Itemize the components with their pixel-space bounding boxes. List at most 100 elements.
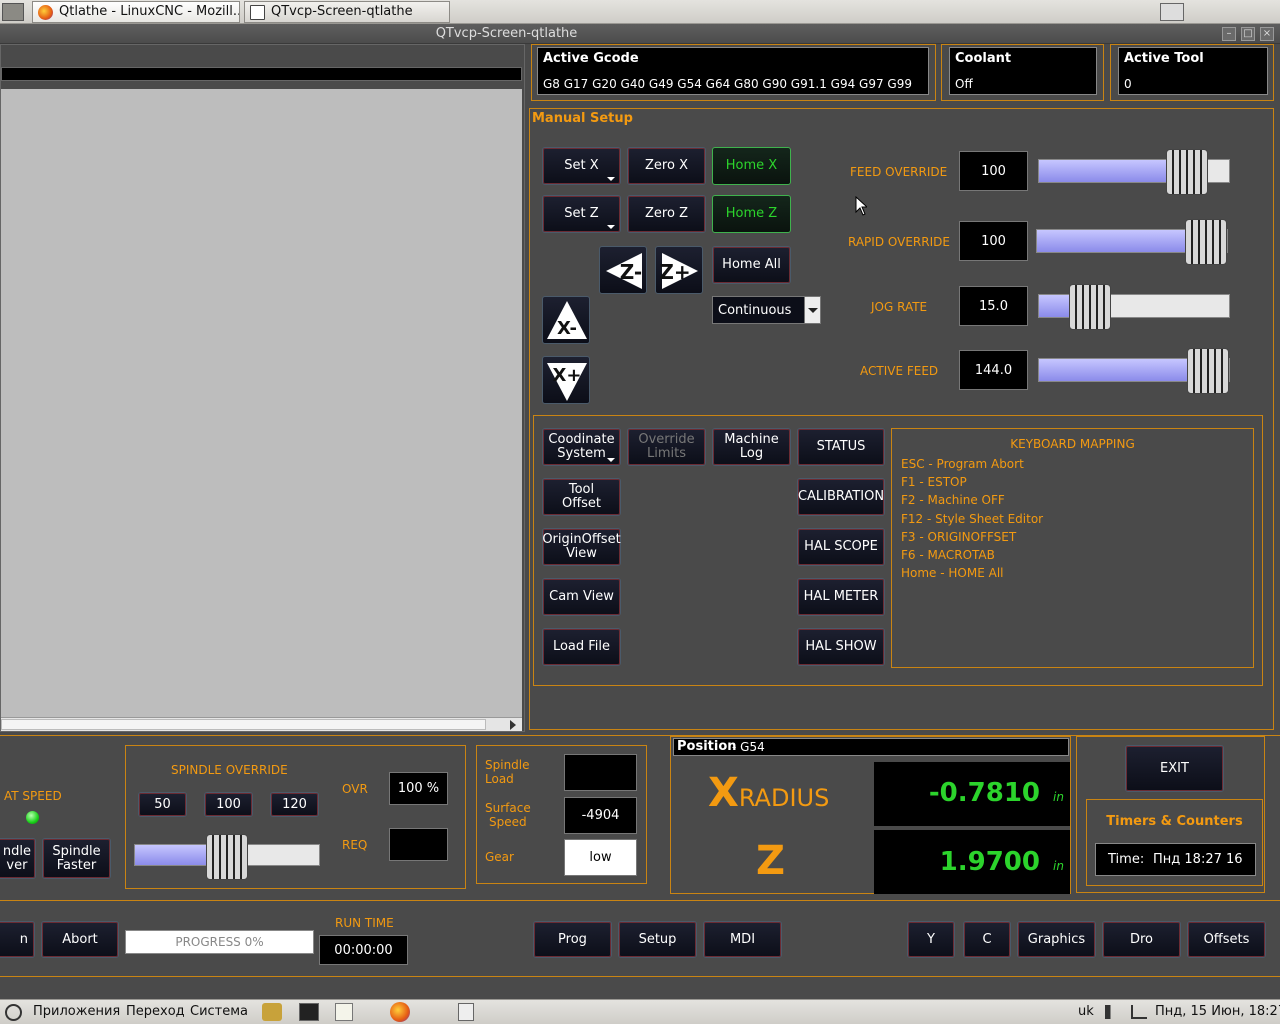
- slider-handle[interactable]: [1187, 348, 1229, 394]
- x-minus-icon: X-: [557, 318, 577, 339]
- hal-meter-button[interactable]: HAL METER: [797, 578, 885, 616]
- jog-z-minus-button[interactable]: Z-: [599, 246, 647, 294]
- hal-show-button[interactable]: HAL SHOW: [797, 628, 885, 666]
- exit-button[interactable]: EXIT: [1125, 745, 1224, 792]
- machine-log-label: Machine Log: [724, 432, 779, 461]
- override-limits-button[interactable]: Override Limits: [627, 428, 706, 466]
- spindle-load-value: [564, 754, 637, 791]
- tab-label: MDI: [729, 931, 756, 947]
- window-title: QTvcp-Screen-qtlathe: [435, 26, 578, 41]
- jog-rate-slider[interactable]: [1038, 284, 1230, 330]
- slider-handle[interactable]: [1185, 219, 1227, 265]
- coordinate-system-button[interactable]: Coodinate System: [542, 428, 621, 466]
- keyboard-mapping-item: F6 - MACROTAB: [901, 548, 995, 563]
- machine-log-button[interactable]: Machine Log: [712, 428, 791, 466]
- x-axis-letter: X: [708, 770, 739, 816]
- apps-menu-icon[interactable]: [5, 1004, 22, 1021]
- tab-c[interactable]: C: [963, 921, 1011, 958]
- show-desktop-icon[interactable]: [1160, 3, 1184, 21]
- spindle-override-slider[interactable]: [134, 834, 320, 880]
- rapid-override-slider[interactable]: [1036, 219, 1228, 265]
- minimize-button[interactable]: –: [1222, 27, 1236, 41]
- spindle-preset-120-button[interactable]: 120: [270, 792, 319, 817]
- graphics-panel: [0, 44, 525, 732]
- system-menu[interactable]: Система: [190, 1004, 248, 1019]
- tab-dro[interactable]: Dro: [1102, 921, 1181, 958]
- z-dro-value: 1.9700: [939, 847, 1040, 877]
- z-dro-box: 1.9700 in: [874, 830, 1070, 894]
- slider-handle[interactable]: [206, 834, 248, 880]
- spindle-preset-100-button[interactable]: 100: [204, 792, 253, 817]
- menu-icon[interactable]: [2, 3, 24, 21]
- feed-override-value: 100: [959, 151, 1028, 191]
- origin-offset-view-button[interactable]: OriginOffset View: [542, 528, 621, 566]
- home-x-button[interactable]: Home X: [712, 147, 791, 185]
- network-icon[interactable]: [1131, 1005, 1147, 1019]
- spindle-faster-button[interactable]: Spindle Faster: [42, 838, 111, 879]
- slider-handle[interactable]: [1068, 284, 1111, 330]
- calibration-button[interactable]: CALIBRATION: [797, 478, 885, 516]
- terminal-launcher-icon[interactable]: [299, 1003, 319, 1021]
- tab-y[interactable]: Y: [907, 921, 955, 958]
- set-z-button[interactable]: Set Z: [542, 195, 621, 233]
- exit-label: EXIT: [1160, 760, 1189, 776]
- feed-override-slider[interactable]: [1038, 149, 1230, 195]
- home-z-button[interactable]: Home Z: [712, 195, 791, 233]
- tool-offset-button[interactable]: Tool Offset: [542, 478, 621, 516]
- trash-icon[interactable]: [458, 1003, 474, 1021]
- window-icon: [250, 5, 265, 20]
- clock[interactable]: Пнд, 15 Июн, 18:27: [1155, 1004, 1280, 1019]
- editor-launcher-icon[interactable]: [335, 1003, 353, 1021]
- bottom-taskbar: Приложения Переход Система uk Пнд, 15 Ию…: [0, 999, 1280, 1024]
- cam-view-label: Cam View: [549, 589, 614, 604]
- rapid-override-label: RAPID OVERRIDE: [848, 235, 950, 249]
- tab-prog[interactable]: Prog: [533, 921, 612, 958]
- jog-z-plus-button[interactable]: Z+: [655, 246, 703, 294]
- volume-icon[interactable]: [1105, 1005, 1119, 1019]
- coolant-box: Coolant Off: [949, 47, 1097, 95]
- tab-label: Prog: [558, 931, 587, 947]
- apps-menu[interactable]: Приложения: [33, 1004, 120, 1019]
- abort-button[interactable]: Abort: [41, 921, 119, 958]
- run-button[interactable]: n: [0, 921, 35, 958]
- zero-z-button[interactable]: Zero Z: [627, 195, 706, 233]
- hal-scope-button[interactable]: HAL SCOPE: [797, 528, 885, 566]
- taskbar-tab-firefox[interactable]: Qtlathe - LinuxCNC - Mozill...: [32, 1, 240, 23]
- keyboard-layout[interactable]: uk: [1078, 1004, 1094, 1019]
- linuxcnc-launcher-icon[interactable]: [262, 1003, 282, 1021]
- horizontal-scrollbar[interactable]: [1, 717, 522, 731]
- jog-x-minus-button[interactable]: X-: [542, 296, 590, 344]
- slider-handle[interactable]: [1166, 149, 1209, 195]
- spindle-slower-button[interactable]: ndle ver: [0, 838, 36, 879]
- chevron-down-icon[interactable]: [804, 297, 820, 323]
- x-axis-label: XRADIUS: [708, 770, 829, 816]
- firefox-launcher-icon[interactable]: [390, 1002, 410, 1022]
- scroll-thumb[interactable]: [1, 719, 486, 730]
- tab-offsets[interactable]: Offsets: [1187, 921, 1266, 958]
- zero-x-button[interactable]: Zero X: [627, 147, 706, 185]
- home-all-button[interactable]: Home All: [712, 246, 791, 284]
- top-taskbar: Qtlathe - LinuxCNC - Mozill... QTvcp-Scr…: [0, 0, 1280, 24]
- maximize-button[interactable]: □: [1241, 27, 1255, 41]
- jog-x-plus-button[interactable]: X+: [542, 356, 590, 404]
- status-button[interactable]: STATUS: [797, 428, 885, 466]
- cam-view-button[interactable]: Cam View: [542, 578, 621, 616]
- jog-mode-select[interactable]: Continuous: [712, 296, 821, 324]
- graphics-view[interactable]: [1, 89, 522, 717]
- keyboard-mapping-item: ESC - Program Abort: [901, 457, 1024, 471]
- taskbar-tab-qtvcp[interactable]: QTvcp-Screen-qtlathe: [244, 1, 450, 23]
- go-menu[interactable]: Переход: [126, 1004, 185, 1019]
- spindle-slower-label: ndle ver: [2, 843, 31, 873]
- req-label: REQ: [342, 838, 368, 852]
- spindle-preset-50-button[interactable]: 50: [138, 792, 187, 817]
- load-file-button[interactable]: Load File: [542, 628, 621, 666]
- tab-setup[interactable]: Setup: [618, 921, 697, 958]
- active-feed-slider[interactable]: [1038, 348, 1230, 394]
- keyboard-mapping-panel: KEYBOARD MAPPING ESC - Program Abort F1 …: [891, 428, 1254, 668]
- surface-speed-label: Surface Speed: [485, 801, 531, 829]
- set-x-button[interactable]: Set X: [542, 147, 621, 185]
- tab-graphics[interactable]: Graphics: [1017, 921, 1096, 958]
- close-button[interactable]: ×: [1260, 27, 1274, 41]
- scroll-right-icon[interactable]: [510, 720, 516, 730]
- tab-mdi[interactable]: MDI: [703, 921, 782, 958]
